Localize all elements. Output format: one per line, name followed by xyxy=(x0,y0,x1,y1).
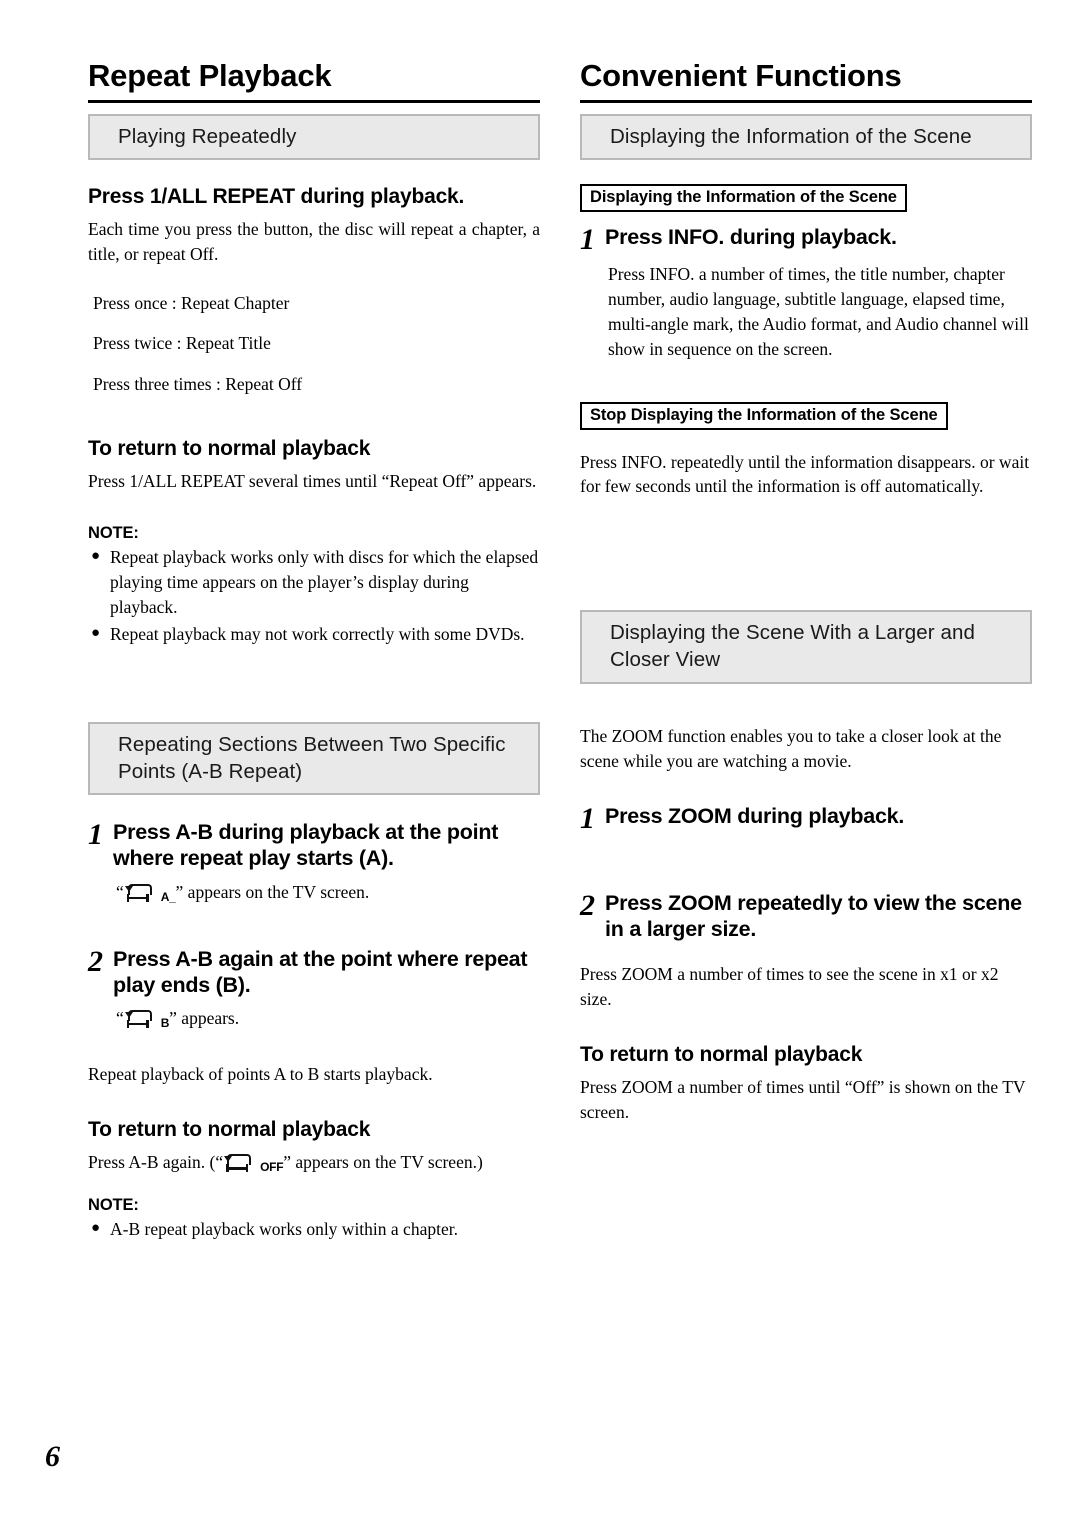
left-column: Repeat Playback Playing Repeatedly Press… xyxy=(88,59,540,1242)
step-text: Press INFO. during playback. xyxy=(605,224,897,249)
quote-open: “ xyxy=(116,881,124,902)
paragraph-return-to-normal-2: Press A-B again. (“ OFF” appears on the T… xyxy=(88,1150,540,1176)
note-item-text: Repeat playback may not work correctly w… xyxy=(110,623,525,644)
caption-text: Press A-B again. (“ xyxy=(88,1152,224,1173)
paragraph-return-to-normal-1: Press 1/ALL REPEAT several times until “… xyxy=(88,471,537,492)
ab-repeat-icon xyxy=(124,883,159,903)
step-number: 2 xyxy=(580,888,595,922)
ab-repeat-icon xyxy=(124,1009,159,1029)
heading-press-1all-repeat: Press 1/ALL REPEAT during playback. xyxy=(88,184,465,208)
paragraph-zoom-sizes: Press ZOOM a number of times to see the … xyxy=(580,964,999,1010)
ab-repeat-off-icon-label: OFF xyxy=(260,1160,284,1175)
section-banner-playing-repeatedly: Playing Repeatedly xyxy=(88,113,540,160)
ab-repeat-icon-label: B xyxy=(160,1015,170,1030)
list-item: Press once : Repeat Chapter xyxy=(93,292,290,313)
page-title-repeat-playback: Repeat Playback xyxy=(88,59,540,103)
step-text: Press A-B again at the point where repea… xyxy=(113,946,528,997)
ab-repeat-icon-label: A_ xyxy=(160,889,176,904)
note-label-2: NOTE: xyxy=(88,1196,139,1215)
heading-return-to-normal-playback-zoom: To return to normal playback xyxy=(580,1042,863,1066)
note-item-text: Repeat playback works only with discs fo… xyxy=(110,547,539,617)
step-zoom-1: 1 Press ZOOM during playback. xyxy=(580,802,1032,836)
bullet-icon: ● xyxy=(91,624,101,641)
caption-text: ” appears. xyxy=(169,1007,240,1028)
step-text: Press A-B during playback at the point w… xyxy=(113,820,499,871)
step-number: 1 xyxy=(88,818,103,852)
list-item: Press three times : Repeat Off xyxy=(93,373,303,394)
section-banner-displaying-information: Displaying the Information of the Scene xyxy=(580,113,1032,160)
note-item: ● Repeat playback works only with discs … xyxy=(88,545,540,620)
caption-ab-a: “ A_” appears on the TV screen. xyxy=(88,880,540,906)
paragraph-zoom-intro: The ZOOM function enables you to take a … xyxy=(580,725,1002,771)
section-banner-ab-repeat: Repeating Sections Between Two Specific … xyxy=(88,721,540,796)
quote-open: “ xyxy=(116,1007,124,1028)
caption-text: ” appears on the TV screen.) xyxy=(283,1152,483,1173)
step-number: 2 xyxy=(88,944,103,978)
right-column: Convenient Functions Displaying the Info… xyxy=(580,59,1032,1125)
note-item-text: A-B repeat playback works only within a … xyxy=(110,1219,458,1240)
label-box-displaying-information: Displaying the Information of the Scene xyxy=(580,183,907,212)
bullet-icon: ● xyxy=(91,548,101,565)
paragraph-repeat-intro: Each time you press the button, the disc… xyxy=(88,218,540,264)
bullet-icon: ● xyxy=(91,1220,101,1237)
list-item: Press twice : Repeat Title xyxy=(93,333,271,354)
section-banner-zoom-view: Displaying the Scene With a Larger and C… xyxy=(580,610,1032,684)
ab-repeat-off-icon xyxy=(224,1154,258,1173)
caption-ab-b: “ B” appears. xyxy=(88,1006,540,1032)
page-title-convenient-functions: Convenient Functions xyxy=(580,59,1032,103)
paragraph-info-body: Press INFO. a number of times, the title… xyxy=(608,264,1029,359)
paragraph-ab-start: Repeat playback of points A to B starts … xyxy=(88,1064,433,1085)
note-label-1: NOTE: xyxy=(88,524,139,543)
heading-return-to-normal-playback-1: To return to normal playback xyxy=(88,437,371,461)
page-number: 6 xyxy=(45,1440,60,1473)
heading-return-to-normal-playback-2: To return to normal playback xyxy=(88,1117,371,1141)
paragraph-stop-displaying: Press INFO. repeatedly until the informa… xyxy=(580,451,1030,497)
step-number: 1 xyxy=(580,222,595,256)
label-box-stop-displaying-information: Stop Displaying the Information of the S… xyxy=(580,401,948,430)
note-item: ● Repeat playback may not work correctly… xyxy=(88,622,540,647)
manual-page: Repeat Playback Playing Repeatedly Press… xyxy=(0,0,1080,1522)
step-text: Press ZOOM repeatedly to view the scene … xyxy=(605,890,1022,941)
paragraph-return-to-normal-zoom: Press ZOOM a number of times until “Off”… xyxy=(580,1077,1026,1122)
step-info-1: 1 Press INFO. during playback. xyxy=(580,224,1032,254)
step-ab-1: 1 Press A-B during playback at the point… xyxy=(88,819,540,871)
caption-text: ” appears on the TV screen. xyxy=(175,881,370,902)
step-ab-2: 2 Press A-B again at the point where rep… xyxy=(88,946,540,998)
note-item: ● A-B repeat playback works only within … xyxy=(88,1217,540,1242)
step-number: 1 xyxy=(580,802,595,836)
step-zoom-2: 2 Press ZOOM repeatedly to view the scen… xyxy=(580,890,1032,942)
step-text: Press ZOOM during playback. xyxy=(605,804,905,829)
